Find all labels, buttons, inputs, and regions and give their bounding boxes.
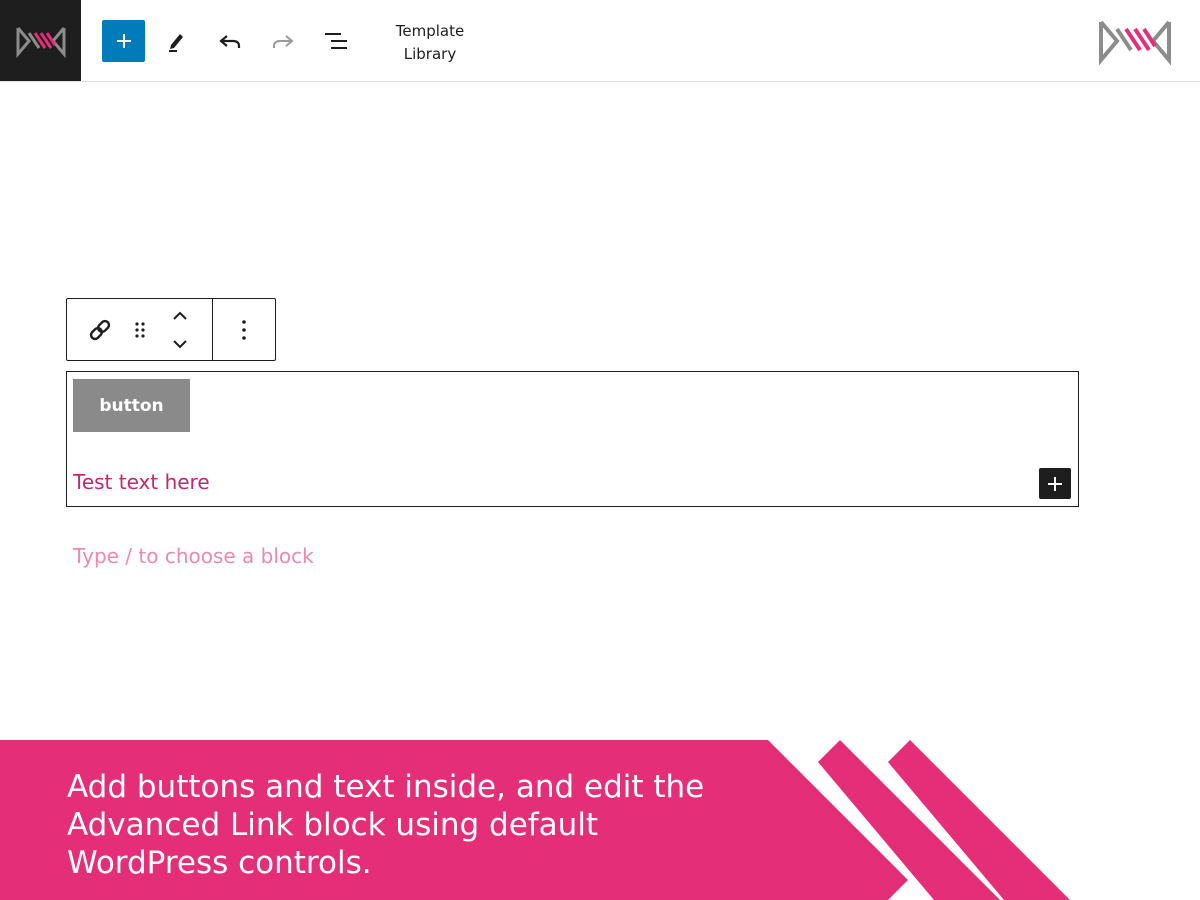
block-appender-placeholder[interactable]: Type / to choose a block (73, 543, 314, 569)
toolbar-divider (212, 299, 213, 360)
banner-caption-line2: Advanced Link block using default (67, 807, 599, 843)
block-options-button[interactable] (227, 299, 261, 360)
site-logo-button[interactable] (0, 0, 81, 81)
link-icon (89, 319, 111, 340)
more-vertical-icon (242, 319, 246, 340)
brand-logo-icon (16, 26, 65, 58)
drag-handle-icon (135, 321, 145, 338)
template-library-label-line1: Template (395, 22, 465, 40)
undo-button[interactable] (210, 20, 250, 62)
link-button[interactable] (83, 299, 117, 360)
banner-caption: Add buttons and text inside, and edit th… (67, 768, 747, 882)
add-block-button[interactable] (1039, 468, 1071, 499)
plus-icon (1048, 476, 1062, 491)
undo-icon (219, 35, 241, 48)
inner-button-block[interactable]: button (73, 379, 190, 432)
move-up-down-buttons[interactable] (163, 299, 197, 360)
block-inserter-button[interactable] (102, 20, 145, 62)
plus-icon (116, 34, 131, 48)
redo-button[interactable] (263, 20, 303, 62)
chevron-up-down-icon (173, 311, 187, 348)
editor-header: Template Library (0, 0, 1200, 82)
template-library-button[interactable]: Template Library (386, 20, 474, 64)
banner-caption-line3: WordPress controls. (67, 845, 372, 881)
tools-button[interactable] (156, 20, 196, 62)
redo-icon (273, 35, 294, 48)
advanced-link-block[interactable]: button Test text here (66, 371, 1079, 507)
paragraph-block[interactable]: Test text here (73, 469, 210, 495)
block-toolbar (66, 298, 276, 361)
list-view-button[interactable] (316, 20, 356, 62)
drag-handle[interactable] (125, 299, 155, 360)
brand-logo-icon (1099, 20, 1171, 66)
template-library-label-line2: Library (403, 45, 457, 63)
pencil-icon (169, 34, 183, 52)
banner-caption-line1: Add buttons and text inside, and edit th… (67, 769, 705, 805)
list-view-icon (325, 33, 347, 49)
